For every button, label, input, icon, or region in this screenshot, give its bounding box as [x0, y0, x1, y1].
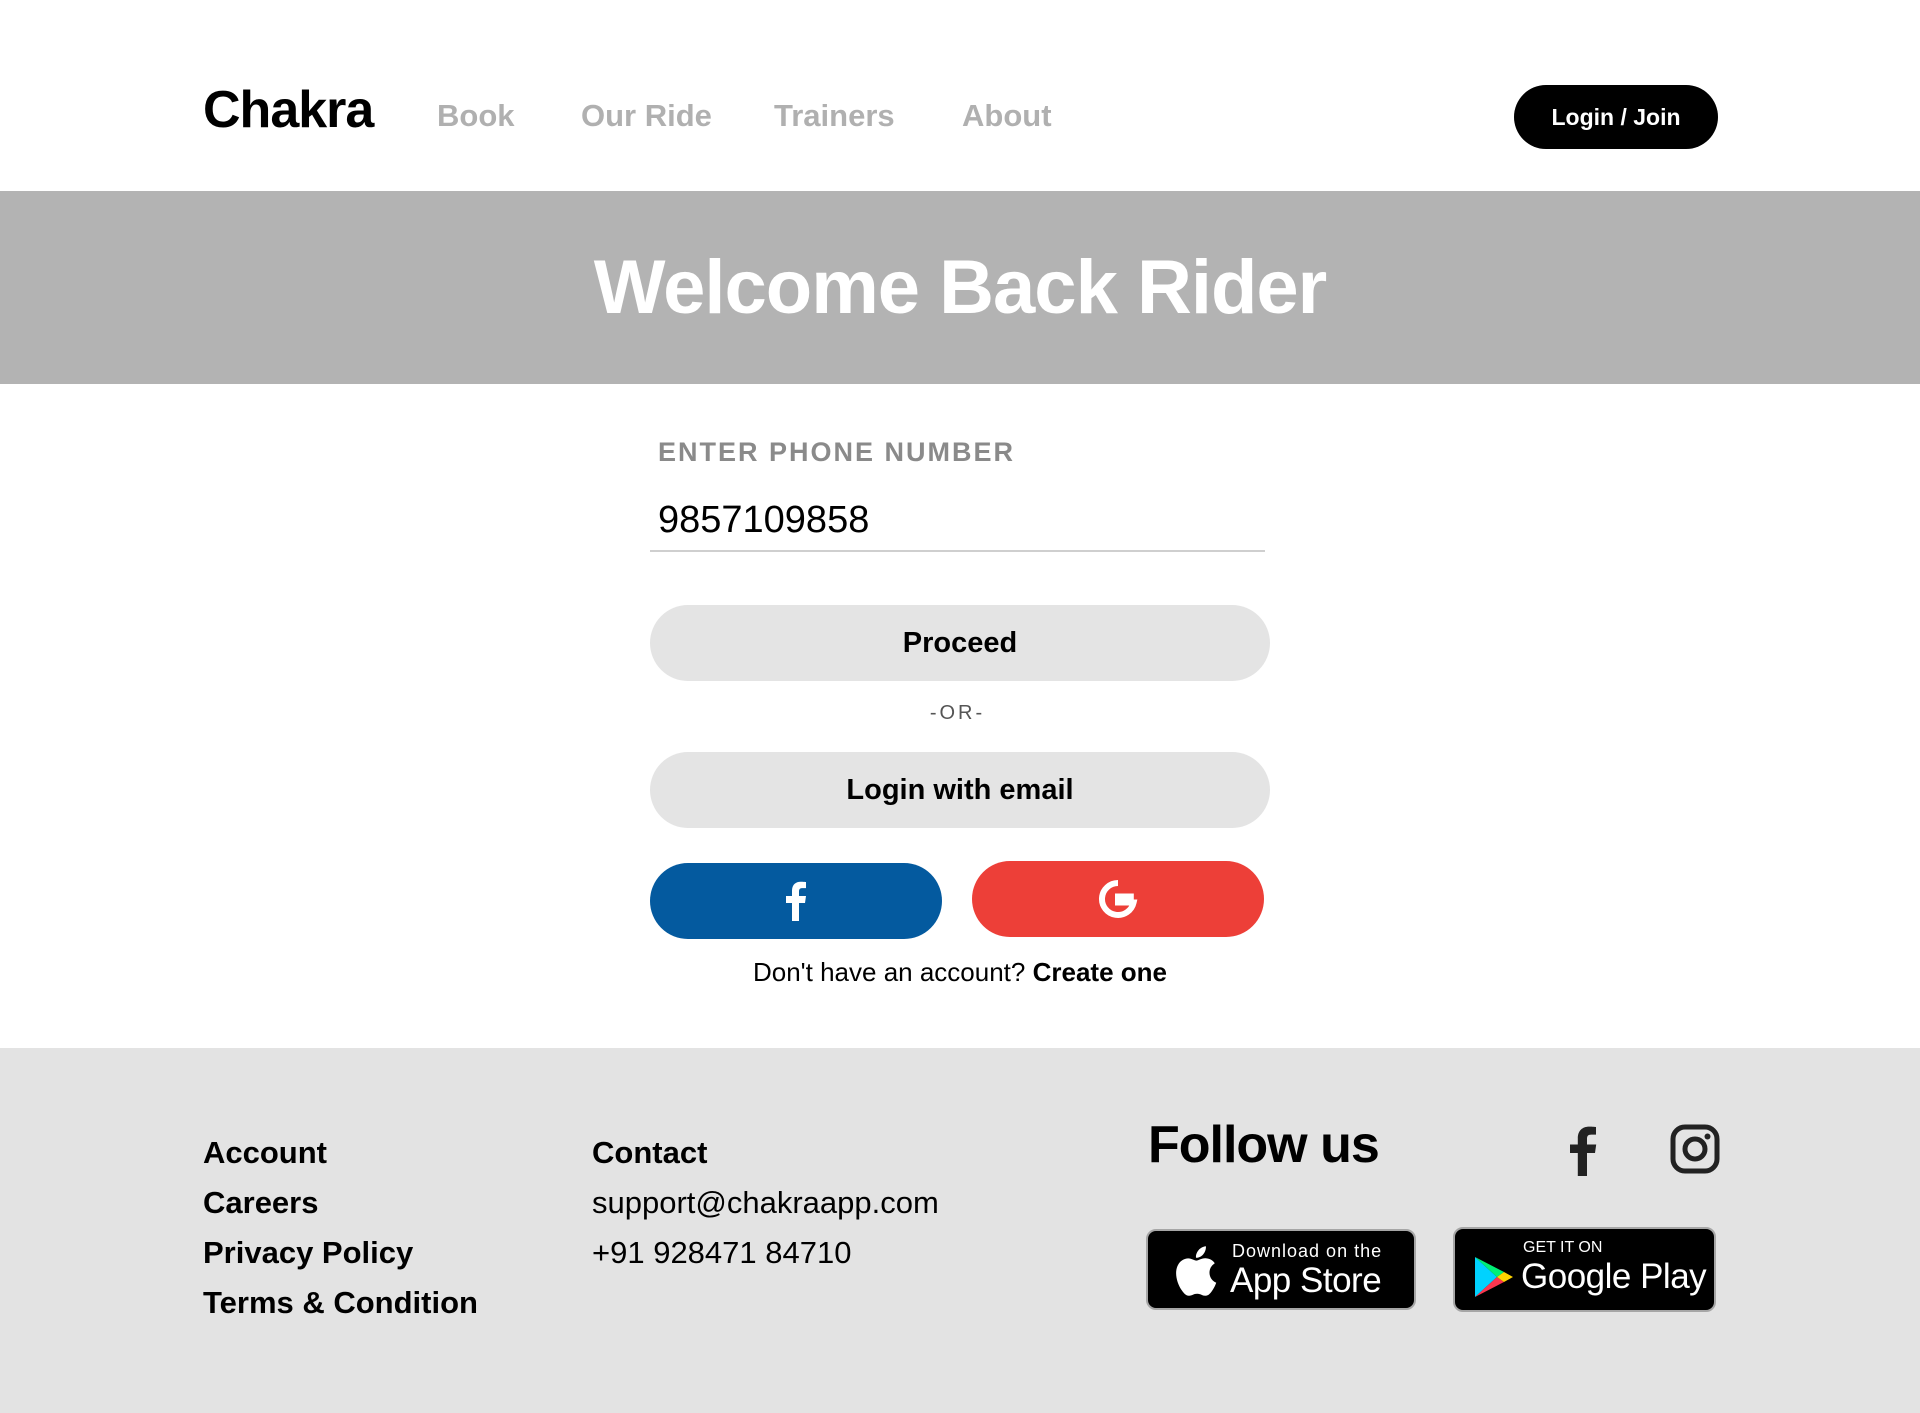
- footer-link-terms[interactable]: Terms & Condition: [203, 1285, 478, 1321]
- phone-input[interactable]: [650, 490, 1265, 552]
- apple-icon: [1176, 1246, 1217, 1296]
- google-play-badge[interactable]: GET IT ON Google Play: [1453, 1227, 1716, 1312]
- facebook-icon: [786, 881, 806, 921]
- google-login-button[interactable]: [972, 861, 1264, 937]
- google-icon: [1099, 880, 1138, 918]
- or-divider: -OR-: [929, 702, 986, 724]
- signup-prompt: Don't have an account? Create one: [650, 957, 1270, 988]
- hero-title: Welcome Back Rider: [593, 245, 1327, 330]
- nav-trainers[interactable]: Trainers: [774, 98, 895, 134]
- follow-us-heading: Follow us: [1148, 1116, 1380, 1174]
- footer-link-careers[interactable]: Careers: [203, 1185, 318, 1221]
- login-join-button[interactable]: Login / Join: [1514, 85, 1718, 149]
- instagram-icon: [1670, 1124, 1720, 1174]
- google-play-big-text: Google Play: [1521, 1257, 1707, 1296]
- nav-book[interactable]: Book: [437, 98, 515, 134]
- phone-label: ENTER PHONE NUMBER: [658, 437, 1016, 467]
- site-header: Chakra Book Our Ride Trainers About Logi…: [0, 0, 1920, 191]
- app-store-badge[interactable]: Download on the App Store: [1146, 1229, 1416, 1310]
- facebook-login-button[interactable]: [650, 863, 942, 939]
- hero-banner: Welcome Back Rider: [0, 191, 1920, 384]
- contact-heading: Contact: [592, 1135, 708, 1170]
- footer-link-account[interactable]: Account: [203, 1135, 327, 1171]
- google-play-icon: [1475, 1257, 1513, 1297]
- contact-phone: +91 928471 84710: [592, 1235, 852, 1270]
- nav-our-ride[interactable]: Our Ride: [581, 98, 712, 134]
- app-store-small-text: Download on the: [1232, 1241, 1383, 1261]
- footer-instagram-link[interactable]: [1670, 1124, 1720, 1176]
- create-account-link[interactable]: Create one: [1033, 957, 1167, 987]
- chakra-logo[interactable]: Chakra: [203, 80, 374, 140]
- app-store-big-text: App Store: [1230, 1261, 1382, 1300]
- footer-link-privacy-policy[interactable]: Privacy Policy: [203, 1235, 413, 1271]
- contact-email[interactable]: support@chakraapp.com: [592, 1185, 939, 1221]
- login-with-email-button[interactable]: Login with email: [650, 752, 1270, 828]
- nav-about[interactable]: About: [962, 98, 1052, 134]
- signup-prompt-text: Don't have an account?: [752, 957, 1026, 987]
- facebook-icon: [1570, 1126, 1597, 1176]
- google-play-small-text: GET IT ON: [1523, 1239, 1603, 1256]
- proceed-button[interactable]: Proceed: [650, 605, 1270, 681]
- footer-facebook-link[interactable]: [1558, 1124, 1608, 1176]
